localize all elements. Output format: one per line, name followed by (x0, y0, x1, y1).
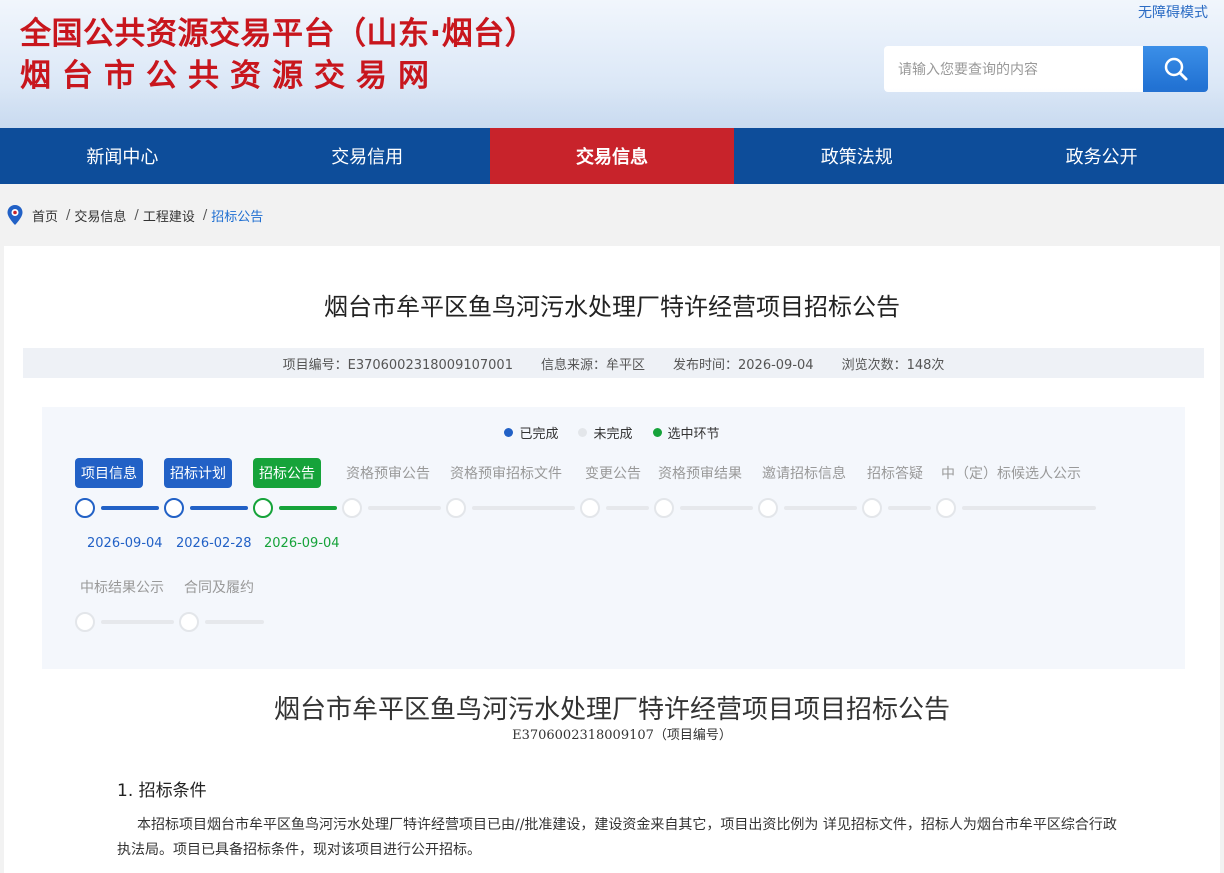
legend-label: 选中环节 (667, 427, 720, 442)
step-node-pending (580, 498, 600, 518)
document-project-number: E3706002318009107（项目编号） (512, 728, 732, 743)
step-tender-qa[interactable]: 招标答疑 (867, 458, 923, 488)
breadcrumb-trade-info[interactable]: 交易信息 (74, 206, 126, 225)
search-icon (1164, 57, 1187, 81)
legend-label: 未完成 (593, 427, 633, 442)
breadcrumb-separator: / (202, 207, 208, 223)
step-node-pending (862, 498, 882, 518)
breadcrumb-engineering[interactable]: 工程建设 (143, 206, 195, 225)
step-node-pending (446, 498, 466, 518)
legend-completed: 已完成 (504, 423, 558, 442)
breadcrumb: 首页 / 交易信息 / 工程建设 / 招标公告 (0, 184, 1224, 246)
nav-item-news[interactable]: 新闻中心 (0, 128, 245, 184)
step-node-pending (758, 498, 778, 518)
step-connector (888, 506, 931, 510)
legend-selected: 选中环节 (652, 423, 720, 442)
site-title-line1: 全国公共资源交易平台（山东·烟台） (20, 16, 537, 52)
main-nav: 新闻中心 交易信用 交易信息 政策法规 政务公开 (0, 128, 1224, 184)
step-connector (962, 506, 1096, 510)
meta-publish-time: 发布时间：2026-09-04 (673, 357, 814, 373)
breadcrumb-home[interactable]: 首页 (32, 206, 58, 225)
step-node-pending (75, 612, 95, 632)
article-meta-bar: 项目编号：E3706002318009107001 信息来源：牟平区 发布时间：… (23, 348, 1204, 378)
meta-source: 信息来源：牟平区 (540, 357, 645, 373)
step-change-notice[interactable]: 变更公告 (585, 458, 641, 488)
meta-project-no: 项目编号：E3706002318009107001 (282, 357, 513, 373)
step-connector (190, 506, 248, 510)
legend-dot-completed (504, 428, 514, 437)
process-legend: 已完成 未完成 选中环节 (0, 423, 1224, 442)
step-contract[interactable]: 合同及履约 (184, 572, 254, 602)
location-pin-icon (7, 205, 23, 225)
step-connector (680, 506, 753, 510)
step-project-info[interactable]: 项目信息 (75, 458, 143, 488)
step-tender-plan[interactable]: 招标计划 (164, 458, 232, 488)
step-node-pending (936, 498, 956, 518)
step-date: 2026-09-04 (87, 536, 163, 551)
breadcrumb-tender-notice[interactable]: 招标公告 (211, 206, 263, 225)
step-connector (279, 506, 337, 510)
step-connector (472, 506, 575, 510)
breadcrumb-separator: / (66, 207, 71, 223)
site-title-line2: 烟台市公共资源交易网 (20, 58, 440, 94)
section-heading: 1. 招标条件 (117, 781, 207, 801)
step-node-completed (75, 498, 95, 518)
step-connector (101, 506, 159, 510)
step-connector (606, 506, 649, 510)
step-node-pending (654, 498, 674, 518)
nav-item-policy[interactable]: 政策法规 (734, 128, 979, 184)
article-title: 烟台市牟平区鱼鸟河污水处理厂特许经营项目招标公告 (324, 293, 900, 321)
legend-pending: 未完成 (578, 423, 633, 442)
accessibility-mode-link[interactable]: 无障碍模式 (1138, 2, 1208, 22)
site-header: 全国公共资源交易平台（山东·烟台） 烟台市公共资源交易网 无障碍模式 请输入您要… (0, 0, 1224, 128)
step-connector (205, 620, 264, 624)
legend-dot-pending (578, 428, 588, 437)
step-node-completed (164, 498, 184, 518)
step-tender-notice[interactable]: 招标公告 (253, 458, 321, 488)
search-button[interactable] (1143, 46, 1208, 92)
step-award-result[interactable]: 中标结果公示 (80, 572, 164, 602)
step-date: 2026-02-28 (176, 536, 252, 551)
search-input[interactable]: 请输入您要查询的内容 (884, 46, 1144, 92)
step-node-pending (179, 612, 199, 632)
step-prequal-result[interactable]: 资格预审结果 (658, 458, 742, 488)
step-date: 2026-09-04 (264, 536, 340, 551)
step-prequal-notice[interactable]: 资格预审公告 (346, 458, 430, 488)
document-title: 烟台市牟平区鱼鸟河污水处理厂特许经营项目项目招标公告 (273, 695, 950, 725)
step-candidate-notice[interactable]: 中（定）标候选人公示 (941, 458, 1081, 488)
step-node-pending (342, 498, 362, 518)
legend-label: 已完成 (519, 427, 559, 442)
step-node-selected (253, 498, 273, 518)
legend-dot-selected (652, 428, 662, 437)
breadcrumb-separator: / (134, 207, 139, 223)
step-connector (101, 620, 174, 624)
step-connector (368, 506, 441, 510)
nav-item-gov-affairs[interactable]: 政务公开 (979, 128, 1224, 184)
meta-views: 浏览次数：148次 (841, 357, 945, 373)
nav-item-credit[interactable]: 交易信用 (245, 128, 490, 184)
step-prequal-docs[interactable]: 资格预审招标文件 (450, 458, 562, 488)
step-invite-info[interactable]: 邀请招标信息 (762, 458, 846, 488)
nav-item-trade-info[interactable]: 交易信息 (489, 128, 735, 184)
step-connector (784, 506, 857, 510)
section-body: 本招标项目烟台市牟平区鱼鸟河污水处理厂特许经营项目已由//批准建设，建设资金来自… (117, 817, 1117, 858)
